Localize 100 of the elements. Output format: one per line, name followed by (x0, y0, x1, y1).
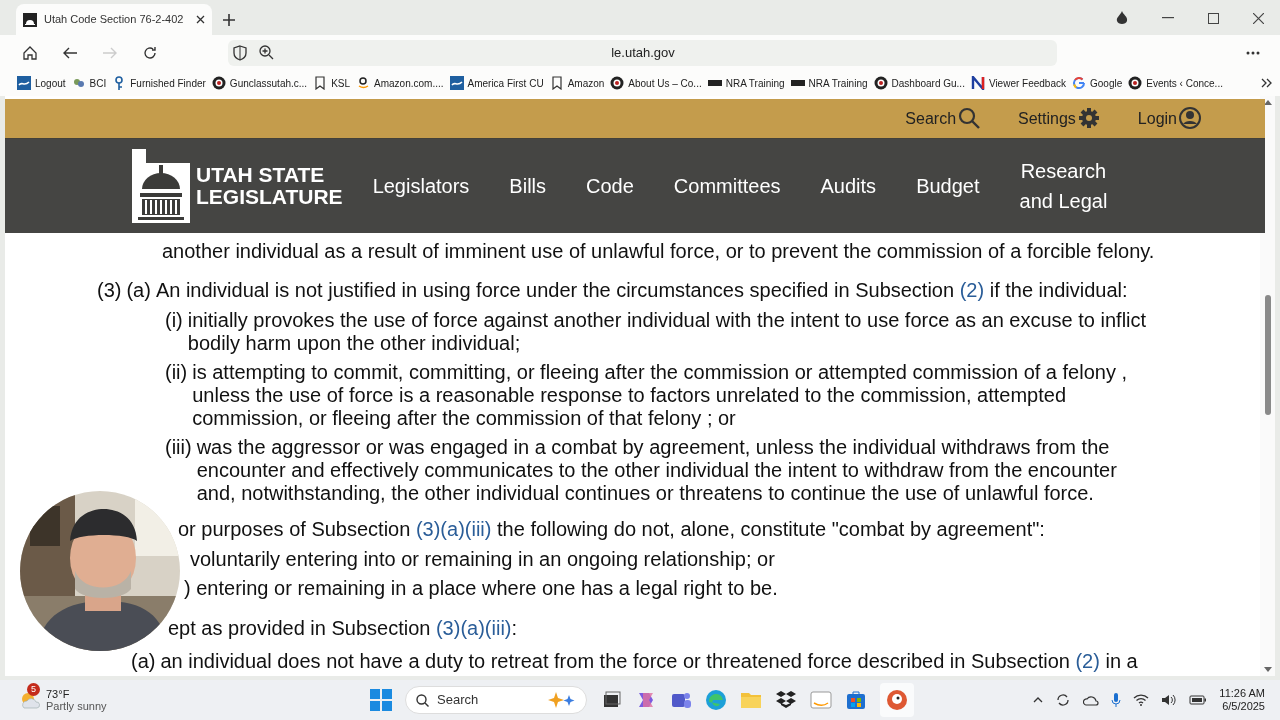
taskbar-search-field[interactable]: Search (405, 686, 587, 714)
statute-text: voluntarily entering into or remaining in an ongoing relationship; or (190, 548, 775, 571)
minimize-icon[interactable] (1162, 17, 1174, 19)
subsection-link[interactable]: (2) (959, 279, 985, 301)
bookmark-item[interactable]: Logout (17, 75, 66, 91)
search-icon (416, 693, 429, 707)
speaker-icon[interactable] (1161, 693, 1178, 707)
statute-text: is attempting to commit, committing, or fleeing after the commission or attempted commission of a felony , unless the use of force is a reasonable response to factors unrelated to the commission, attempted commission, or fleeing after the commission of that felony ; or (192, 361, 1128, 430)
clock-date[interactable]: 6/5/2025 (1222, 700, 1265, 713)
bookmark-item[interactable]: Amazon (549, 75, 605, 91)
forward-icon (103, 46, 117, 59)
wave-logo-icon (17, 76, 31, 90)
nav-link[interactable]: Committees (673, 170, 781, 201)
utility-link[interactable]: Login (1137, 107, 1203, 131)
subsection-label: (a) (126, 279, 151, 302)
more-icon[interactable] (1246, 50, 1260, 55)
nav-link[interactable]: Bills (509, 170, 546, 201)
site-favicon-icon (23, 12, 37, 27)
utility-link[interactable]: Search (905, 107, 983, 131)
bookmark-item[interactable]: BCI (71, 75, 107, 91)
shield-icon[interactable] (233, 44, 247, 61)
bookmark-icon (313, 76, 328, 90)
clock-time[interactable]: 11:26 AM (1219, 687, 1265, 700)
statute-text: initially provokes the use of force against another individual with the intent to use force as an excuse to inflict bodily harm upon the other individual; (187, 309, 1147, 355)
nav-link[interactable]: Research and Legal (1019, 155, 1108, 216)
scroll-up-icon[interactable] (1263, 99, 1272, 105)
bookmark-item[interactable]: Google (1072, 75, 1123, 91)
bookmark-item[interactable]: Gunclassutah.c... (211, 75, 308, 91)
subsection-link[interactable]: (2) (1075, 650, 1100, 672)
bookmark-item[interactable]: America First CU (449, 75, 544, 91)
subsection-label: (ii) (165, 361, 188, 384)
sparkle-icon (548, 692, 576, 708)
statute-text: ) entering or remaining in a place where one has a legal right to be. (184, 577, 778, 600)
url-text: le.utah.gov (611, 43, 675, 62)
subsection-link[interactable]: (3)(a)(iii) (415, 518, 492, 540)
subsection-label: (3) (97, 279, 122, 302)
scrollbar-thumb[interactable] (1264, 295, 1271, 415)
temperature-text: 73°F (46, 688, 71, 700)
site-logo-text[interactable]: UTAH STATE LEGISLATURE (196, 163, 343, 208)
seal-icon (873, 76, 888, 90)
reload-icon[interactable] (143, 45, 157, 60)
address-bar[interactable]: le.utah.gov (228, 39, 1057, 66)
active-app-tile[interactable] (880, 683, 914, 717)
subsection-label: (i) (165, 309, 183, 332)
n-logo-icon (970, 76, 985, 90)
statute-text: or purposes of Subsection (3)(a)(iii) the following do not, alone, constitute "combat by agreement": (178, 518, 1045, 541)
browser-icon[interactable] (705, 689, 727, 711)
utility-link[interactable]: Settings (1018, 107, 1102, 131)
bookmark-item[interactable]: Viewer Feedback (970, 75, 1066, 91)
bookmark-item[interactable]: Events ‹ Conce... (1128, 75, 1223, 91)
weather-icon[interactable] (20, 691, 42, 709)
dropbox-icon[interactable] (775, 689, 797, 711)
back-icon[interactable] (63, 46, 77, 59)
google-logo-icon (1072, 76, 1086, 90)
nav-link[interactable]: Budget (916, 170, 980, 201)
bookmark-icon (549, 76, 564, 90)
subsection-label: (iii) (165, 436, 192, 459)
wave-logo-icon (449, 76, 464, 90)
tab-close-icon[interactable] (196, 15, 205, 24)
subsection-label: (a) (131, 650, 156, 673)
store-icon[interactable] (845, 689, 867, 711)
user-icon (1179, 107, 1203, 131)
zoom-icon[interactable] (259, 45, 274, 60)
statute-text: was the aggressor or was engaged in a combat by agreement, unless the individual withdraws from the encounter and effectively communicates to the other individual the intent to withdraw from the encounter and, notwithstanding, the other individual continues or threatens to continue the use of unlawful force. (196, 436, 1117, 505)
nav-link[interactable]: Audits (820, 170, 877, 201)
battery-icon[interactable] (1189, 694, 1208, 706)
bookmark-item[interactable]: NRA Training (790, 75, 868, 91)
microphone-icon[interactable] (1111, 692, 1122, 708)
bookmark-item[interactable]: About Us – Co... (610, 75, 702, 91)
notification-badge: 5 (27, 683, 40, 696)
wifi-icon[interactable] (1133, 694, 1150, 706)
home-icon[interactable] (23, 45, 37, 60)
cloud-icon[interactable] (1083, 694, 1100, 706)
subsection-link[interactable]: (3)(a)(iii) (435, 617, 512, 639)
seal-icon (610, 76, 625, 90)
bookmark-item[interactable]: Dashboard Gu... (873, 75, 965, 91)
browser-tab[interactable]: Utah Code Section 76-2-402 (16, 4, 212, 35)
windows-start-icon[interactable] (370, 689, 392, 711)
statute-text: An individual is not justified in using force under the circumstances specified in Subsection (2) if the individual: (155, 279, 1128, 302)
statute-text: an individual does not have a duty to retreat from the force or threatened force described in Subsection (2) in a (160, 650, 1138, 673)
statute-text: ept as provided in Subsection (3)(a)(iii): (168, 617, 518, 640)
seal-icon (211, 76, 226, 90)
sync-icon[interactable] (1055, 692, 1072, 708)
bookmark-item[interactable]: Amazon.com.... (356, 75, 444, 91)
seal-icon (1128, 76, 1143, 90)
chevron-up-icon[interactable] (1033, 697, 1044, 703)
bookmark-item[interactable]: NRA Training (707, 75, 785, 91)
capitol-logo-icon (132, 148, 190, 223)
statute-text: another individual as a result of imminent use of unlawful force, or to prevent the commission of a forcible felony. (162, 240, 1155, 263)
close-icon[interactable] (1253, 12, 1264, 24)
weather-text: Partly sunny (46, 700, 107, 712)
bookmark-item[interactable]: KSL (313, 75, 351, 91)
settings-icon (1077, 107, 1102, 131)
chevron-icon[interactable] (1261, 78, 1273, 88)
nav-link[interactable]: Code (586, 170, 634, 201)
new-tab-icon[interactable] (222, 13, 236, 27)
bookmark-item[interactable]: Furnished Finder (112, 75, 206, 91)
nav-link[interactable]: Legislators (372, 170, 470, 201)
maximize-icon[interactable] (1208, 12, 1219, 24)
scroll-down-icon[interactable] (1263, 667, 1272, 673)
